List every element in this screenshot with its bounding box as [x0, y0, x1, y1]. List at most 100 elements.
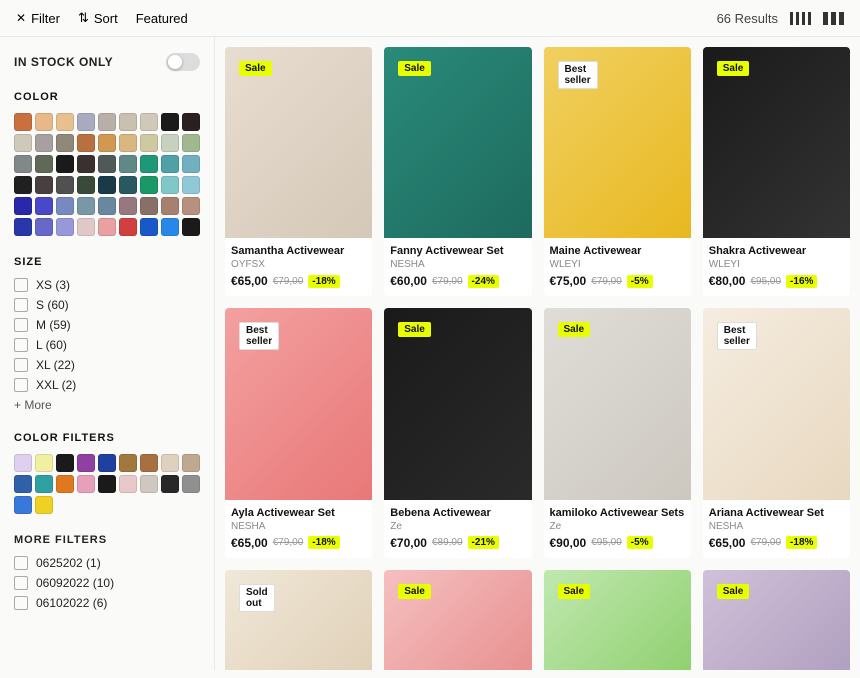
size-s[interactable]: S (60): [14, 298, 200, 312]
filter-item-1[interactable]: 0625202 (1): [14, 556, 200, 570]
size-xs[interactable]: XS (3): [14, 278, 200, 292]
product-card-samantha[interactable]: Sale Samantha Activewear OYFSX €65,00 €7…: [225, 47, 372, 296]
grid-large-icon[interactable]: [823, 12, 844, 25]
color-filter-swatch[interactable]: [35, 475, 53, 493]
color-filter-swatch[interactable]: [77, 475, 95, 493]
color-swatch[interactable]: [140, 134, 158, 152]
color-swatch[interactable]: [56, 155, 74, 173]
color-swatch[interactable]: [182, 113, 200, 131]
size-checkbox-l[interactable]: [14, 338, 28, 352]
color-swatch[interactable]: [161, 113, 179, 131]
color-filter-swatch[interactable]: [98, 454, 116, 472]
color-swatch[interactable]: [161, 218, 179, 236]
size-checkbox-xl[interactable]: [14, 358, 28, 372]
color-swatch[interactable]: [35, 197, 53, 215]
size-xl[interactable]: XL (22): [14, 358, 200, 372]
product-card-bebena[interactable]: Sale Bebena Activewear Ze €70,00 €89,00 …: [384, 308, 531, 557]
color-swatch[interactable]: [182, 197, 200, 215]
color-filter-swatch[interactable]: [161, 454, 179, 472]
size-checkbox-m[interactable]: [14, 318, 28, 332]
color-swatch[interactable]: [14, 113, 32, 131]
color-swatch[interactable]: [35, 218, 53, 236]
more-sizes-link[interactable]: + More: [14, 398, 200, 412]
size-checkbox-xs[interactable]: [14, 278, 28, 292]
color-swatch[interactable]: [161, 176, 179, 194]
color-swatch[interactable]: [119, 134, 137, 152]
color-swatch[interactable]: [119, 155, 137, 173]
product-card-shakra[interactable]: Sale Shakra Activewear WLEYI €80,00 €95,…: [703, 47, 850, 296]
size-checkbox-s[interactable]: [14, 298, 28, 312]
color-filter-swatch[interactable]: [182, 475, 200, 493]
color-filter-swatch[interactable]: [14, 475, 32, 493]
color-swatch[interactable]: [35, 134, 53, 152]
color-swatch[interactable]: [56, 134, 74, 152]
filter-checkbox-3[interactable]: [14, 596, 28, 610]
color-swatch[interactable]: [35, 176, 53, 194]
size-l[interactable]: L (60): [14, 338, 200, 352]
filter-item-2[interactable]: 06092022 (10): [14, 576, 200, 590]
filter-item-3[interactable]: 06102022 (6): [14, 596, 200, 610]
color-swatch[interactable]: [14, 197, 32, 215]
color-filter-swatch[interactable]: [14, 454, 32, 472]
color-filter-swatch[interactable]: [14, 496, 32, 514]
color-swatch[interactable]: [56, 197, 74, 215]
size-xxl[interactable]: XXL (2): [14, 378, 200, 392]
color-filter-swatch[interactable]: [140, 475, 158, 493]
color-filter-swatch[interactable]: [161, 475, 179, 493]
color-filter-swatch[interactable]: [119, 454, 137, 472]
color-swatch[interactable]: [14, 134, 32, 152]
color-swatch[interactable]: [98, 197, 116, 215]
color-filter-swatch[interactable]: [98, 475, 116, 493]
color-swatch[interactable]: [119, 218, 137, 236]
color-swatch[interactable]: [98, 155, 116, 173]
color-swatch[interactable]: [140, 113, 158, 131]
color-swatch[interactable]: [119, 197, 137, 215]
color-swatch[interactable]: [119, 176, 137, 194]
color-swatch[interactable]: [182, 218, 200, 236]
color-swatch[interactable]: [98, 113, 116, 131]
size-checkbox-xxl[interactable]: [14, 378, 28, 392]
color-filter-swatch[interactable]: [140, 454, 158, 472]
product-card-fanny[interactable]: Sale Fanny Activewear Set NESHA €60,00 €…: [384, 47, 531, 296]
color-swatch[interactable]: [119, 113, 137, 131]
color-swatch[interactable]: [161, 155, 179, 173]
color-swatch[interactable]: [56, 113, 74, 131]
color-filter-swatch[interactable]: [56, 454, 74, 472]
size-m[interactable]: M (59): [14, 318, 200, 332]
color-swatch[interactable]: [77, 218, 95, 236]
color-swatch[interactable]: [182, 134, 200, 152]
color-swatch[interactable]: [182, 176, 200, 194]
color-swatch[interactable]: [140, 155, 158, 173]
sort-button[interactable]: ⇅ Sort: [78, 10, 118, 26]
color-filter-swatch[interactable]: [182, 454, 200, 472]
color-swatch[interactable]: [77, 197, 95, 215]
product-card-ayla[interactable]: Sale Best seller Ayla Activewear Set NES…: [225, 308, 372, 557]
grid-small-icon[interactable]: [790, 12, 811, 25]
color-swatch[interactable]: [140, 176, 158, 194]
product-card-row3a[interactable]: Sold out: [225, 570, 372, 670]
color-swatch[interactable]: [77, 134, 95, 152]
color-swatch[interactable]: [140, 218, 158, 236]
color-swatch[interactable]: [182, 155, 200, 173]
color-swatch[interactable]: [14, 218, 32, 236]
filter-checkbox-1[interactable]: [14, 556, 28, 570]
color-swatch[interactable]: [14, 155, 32, 173]
color-swatch[interactable]: [140, 197, 158, 215]
filter-button[interactable]: ✕ Filter: [16, 11, 60, 26]
color-swatch[interactable]: [35, 113, 53, 131]
in-stock-toggle[interactable]: [166, 53, 200, 71]
color-filter-swatch[interactable]: [77, 454, 95, 472]
color-filter-swatch[interactable]: [56, 475, 74, 493]
color-swatch[interactable]: [161, 197, 179, 215]
product-card-maine[interactable]: Sale Best seller Maine Activewear WLEYI …: [544, 47, 691, 296]
color-swatch[interactable]: [77, 155, 95, 173]
filter-checkbox-2[interactable]: [14, 576, 28, 590]
product-card-ariana[interactable]: Sale Best seller Ariana Activewear Set N…: [703, 308, 850, 557]
color-swatch[interactable]: [14, 176, 32, 194]
product-card-row3b[interactable]: Sale: [384, 570, 531, 670]
color-swatch[interactable]: [56, 218, 74, 236]
color-swatch[interactable]: [98, 134, 116, 152]
color-filter-swatch[interactable]: [35, 496, 53, 514]
color-swatch[interactable]: [98, 176, 116, 194]
featured-button[interactable]: Featured: [136, 11, 188, 26]
